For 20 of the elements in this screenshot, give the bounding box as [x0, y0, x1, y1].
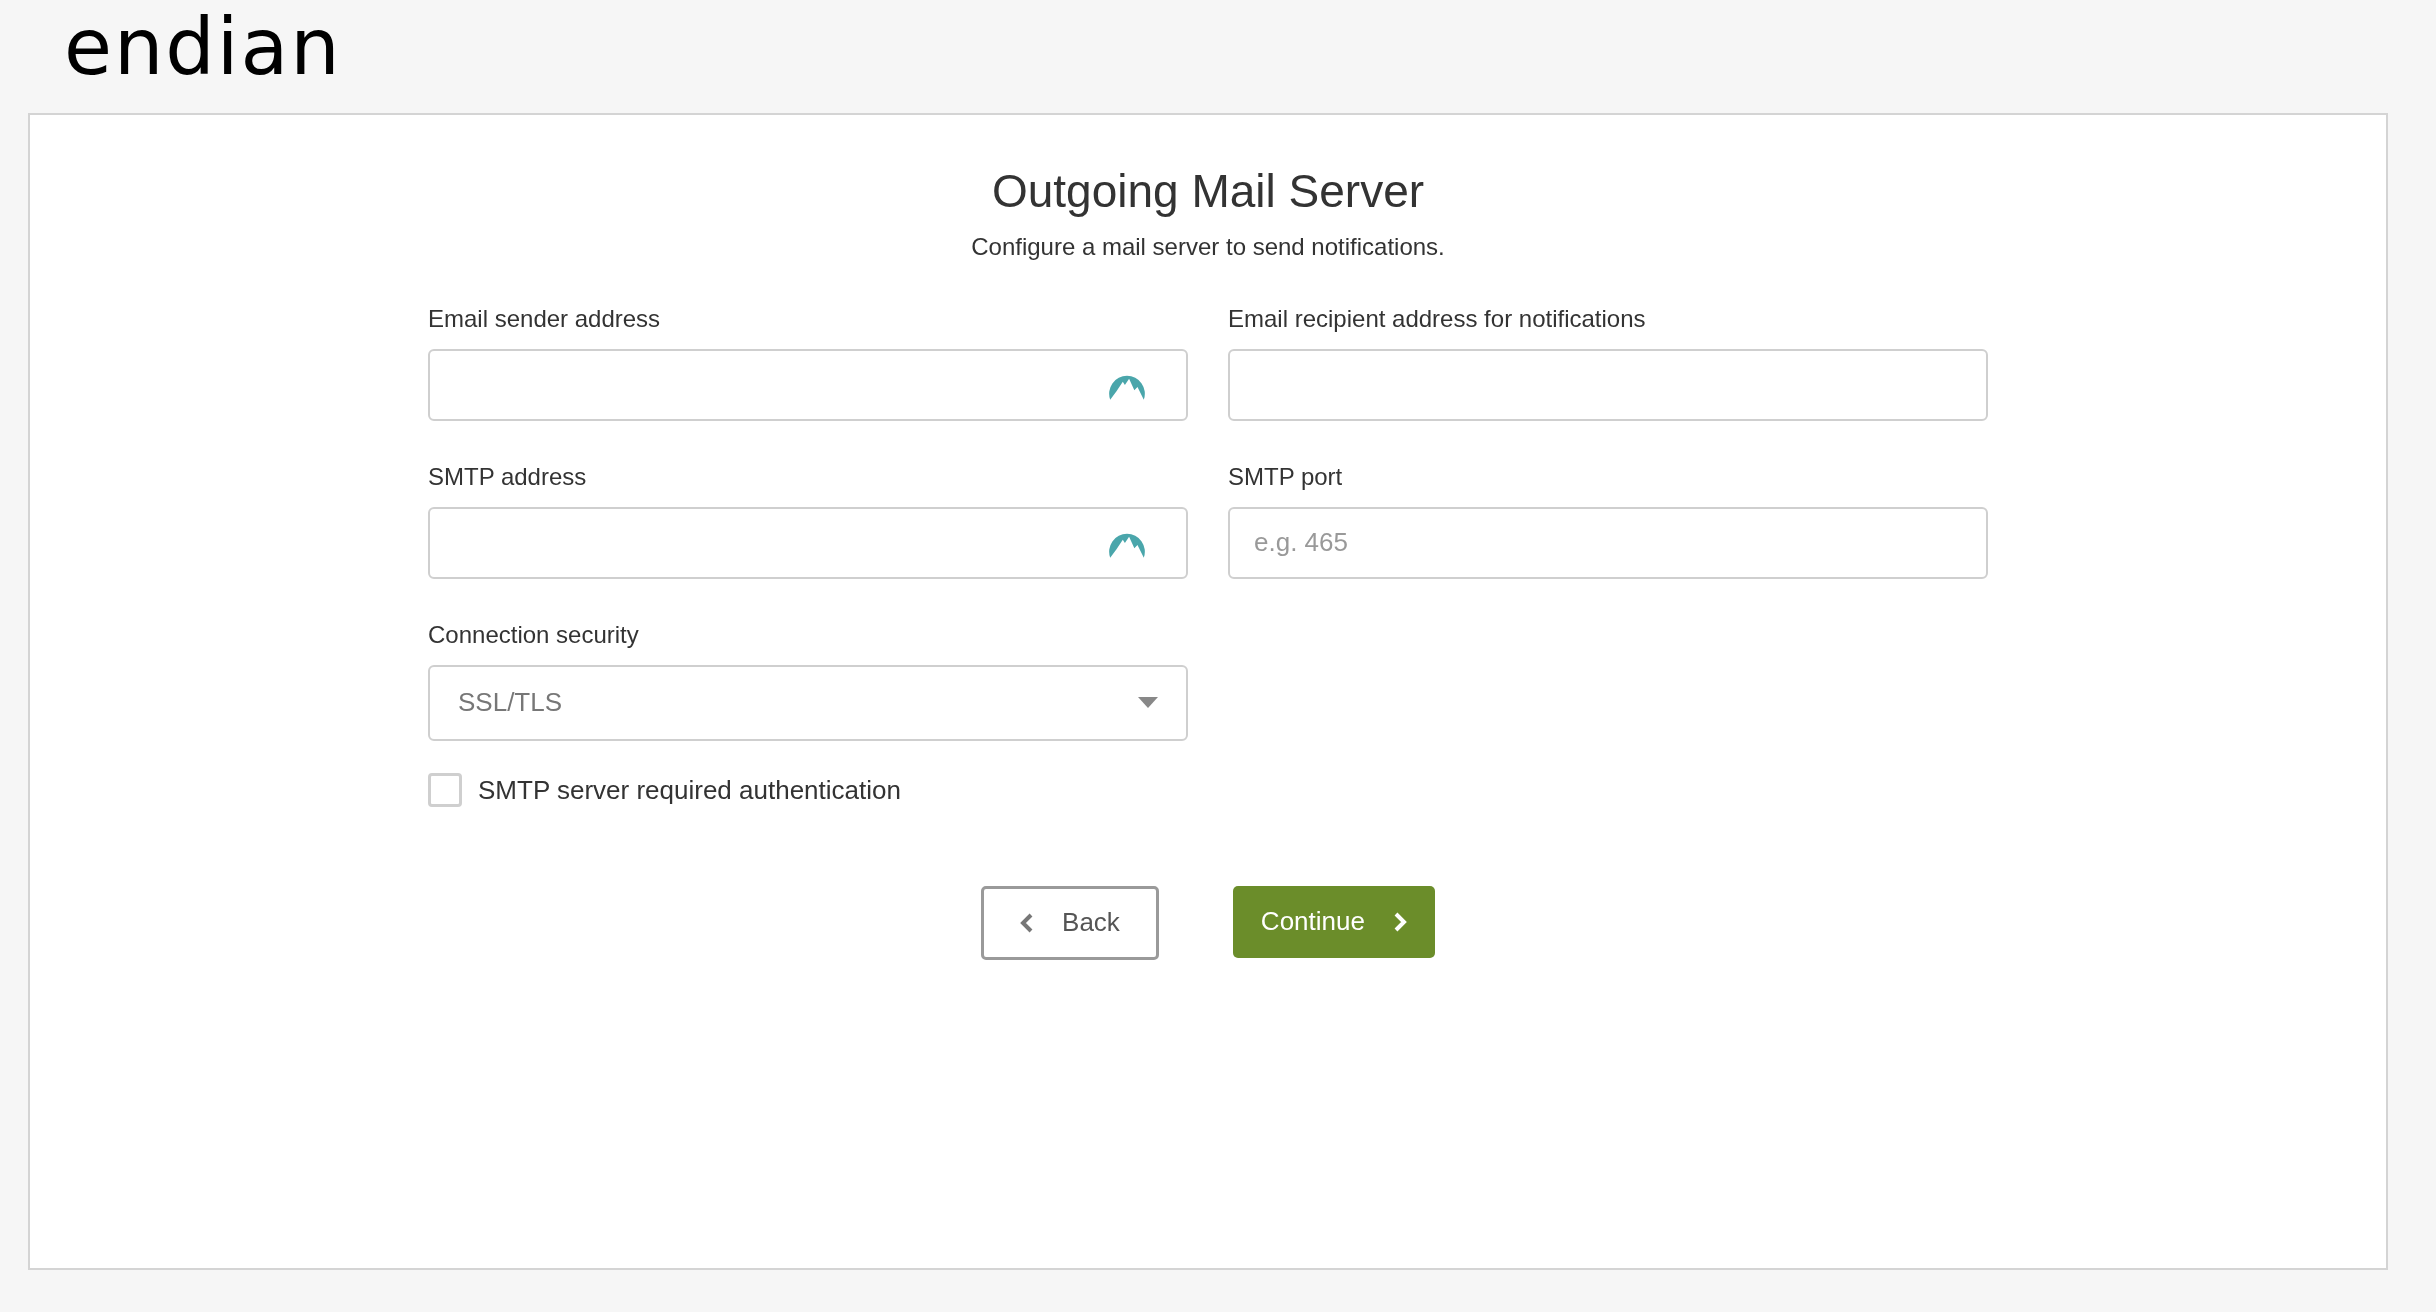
- logo: endian: [64, 8, 342, 86]
- page-title: Outgoing Mail Server: [991, 164, 1425, 219]
- field-label: SMTP port: [1228, 461, 1344, 492]
- field-label: Connection security: [428, 619, 640, 650]
- input-field[interactable]: [428, 348, 1188, 421]
- page-subtitle: Configure a mail server to send notifications.: [971, 231, 1445, 262]
- field-label: Email sender address: [428, 303, 662, 334]
- field-label: Email recipient address for notifications: [1228, 303, 1647, 334]
- input-field[interactable]: [1228, 348, 1988, 421]
- select-field[interactable]: SSL/TLS: [428, 664, 1188, 741]
- field-label: SMTP address: [428, 461, 588, 492]
- back-button[interactable]: Back: [981, 885, 1159, 960]
- caret-icon: [1138, 696, 1158, 709]
- chevron-right-icon: [1392, 911, 1407, 932]
- input-field[interactable]: e.g. 465: [1228, 506, 1988, 579]
- chevron-left-icon: [1020, 912, 1035, 933]
- continue-button[interactable]: Continue: [1232, 885, 1435, 958]
- input-field[interactable]: [428, 506, 1188, 579]
- checkbox-label: SMTP server required authentication: [478, 773, 901, 807]
- checkbox[interactable]: [428, 773, 462, 807]
